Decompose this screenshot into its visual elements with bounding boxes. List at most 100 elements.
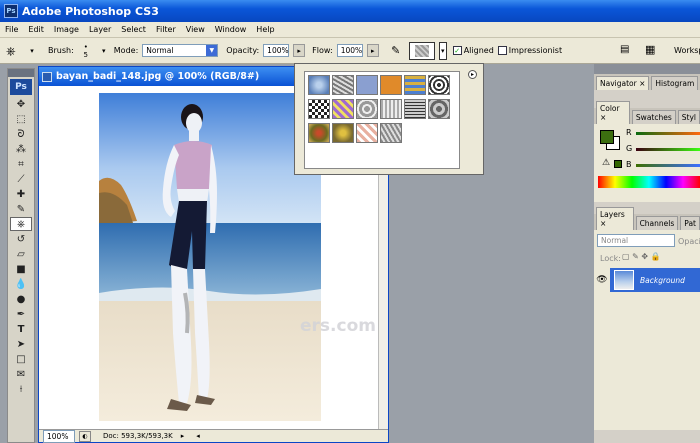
pattern-swatch[interactable]	[332, 99, 354, 119]
pattern-swatch[interactable]	[332, 123, 354, 143]
ps-logo[interactable]: Ps	[10, 79, 32, 95]
navigator-panel-tabs: Navigator × Histogram	[594, 74, 700, 90]
type-tool-icon[interactable]: T	[10, 322, 32, 336]
palette-well-icon[interactable]: ▤	[620, 44, 629, 55]
pattern-menu-icon[interactable]: ▸	[468, 70, 477, 79]
tab-swatches[interactable]: Swatches	[631, 110, 676, 124]
pattern-swatch[interactable]	[332, 75, 354, 95]
pattern-swatch[interactable]	[404, 75, 426, 95]
tool-preset-dropdown[interactable]: ▾	[26, 44, 38, 57]
pattern-swatch[interactable]	[380, 99, 402, 119]
pattern-swatch[interactable]	[356, 99, 378, 119]
dodge-tool-icon[interactable]: ●	[10, 292, 32, 306]
foreground-color-swatch[interactable]	[600, 130, 614, 144]
document-size: Doc: 593,3K/593,3K	[103, 432, 173, 440]
aligned-checkbox[interactable]: ✓ Aligned	[452, 46, 494, 55]
tab-layers[interactable]: Layers ×	[596, 207, 634, 230]
pen-tool-icon[interactable]: ✒	[10, 307, 32, 321]
brush-picker[interactable]: • 5	[78, 41, 94, 61]
mode-select[interactable]: Normal ▼	[142, 44, 219, 57]
channel-g-label: G	[626, 144, 633, 153]
magic-wand-tool-icon[interactable]: ⁂	[10, 142, 32, 156]
tab-channels[interactable]: Channels	[635, 216, 679, 230]
status-menu-icon[interactable]: ◐	[79, 430, 91, 442]
pattern-picker[interactable]	[408, 41, 435, 60]
pattern-swatch[interactable]	[356, 123, 378, 143]
clone-stamp-tool-icon[interactable]: ⎈	[10, 217, 32, 231]
flow-field[interactable]: 100%	[336, 44, 363, 57]
color-panel-tabs: Color × Swatches Styl	[594, 101, 700, 124]
tab-histogram[interactable]: Histogram	[651, 76, 699, 90]
eye-icon[interactable]: 👁	[594, 268, 610, 292]
crop-tool-icon[interactable]: ⌗	[10, 157, 32, 171]
eraser-tool-icon[interactable]: ▱	[10, 247, 32, 261]
impressionist-checkbox[interactable]: Impressionist	[497, 46, 562, 55]
workspace-icon[interactable]: ▦	[645, 43, 655, 56]
menu-bar: File Edit Image Layer Select Filter View…	[0, 22, 700, 38]
pattern-swatch[interactable]	[380, 123, 402, 143]
layer-row-background[interactable]: 👁 Background	[594, 268, 700, 292]
path-selection-tool-icon[interactable]: ➤	[10, 337, 32, 351]
slice-tool-icon[interactable]: ⟋	[10, 172, 32, 186]
menu-filter[interactable]: Filter	[151, 25, 181, 34]
status-arrow-icon[interactable]: ▸	[181, 432, 185, 440]
tab-paths[interactable]: Pat	[680, 216, 700, 230]
move-tool-icon[interactable]: ✥	[10, 97, 32, 111]
airbrush-icon[interactable]: ✎	[387, 44, 405, 57]
green-slider[interactable]	[636, 148, 700, 151]
dock-header[interactable]	[594, 64, 700, 74]
flow-slider-button[interactable]: ▸	[366, 44, 379, 57]
warning-icon[interactable]: ⚠	[602, 158, 610, 168]
blur-tool-icon[interactable]: 💧	[10, 277, 32, 291]
lasso-tool-icon[interactable]: ᘐ	[10, 127, 32, 141]
tab-color[interactable]: Color ×	[596, 101, 630, 124]
menu-view[interactable]: View	[181, 25, 210, 34]
pattern-swatch[interactable]	[404, 99, 426, 119]
shape-tool-icon[interactable]: □	[10, 352, 32, 366]
image-canvas[interactable]	[99, 93, 321, 421]
menu-select[interactable]: Select	[116, 25, 151, 34]
tab-styles[interactable]: Styl	[677, 110, 700, 124]
red-slider[interactable]	[636, 132, 700, 135]
menu-window[interactable]: Window	[210, 25, 252, 34]
pattern-stamp-tool-icon[interactable]: ⎈	[6, 43, 22, 59]
layer-thumbnail	[614, 270, 634, 290]
pattern-dropdown-button[interactable]: ▾	[438, 41, 447, 60]
opacity-field[interactable]: 100%	[263, 44, 290, 57]
pattern-swatch[interactable]	[356, 75, 378, 95]
pattern-picker-popup: ▸	[294, 63, 484, 175]
zoom-field[interactable]: 100%	[43, 429, 75, 443]
notes-tool-icon[interactable]: ✉	[10, 367, 32, 381]
tab-navigator[interactable]: Navigator ×	[596, 76, 650, 90]
mode-value: Normal	[146, 46, 174, 55]
menu-layer[interactable]: Layer	[84, 25, 116, 34]
toolbox-header[interactable]	[8, 69, 34, 77]
history-brush-tool-icon[interactable]: ↺	[10, 232, 32, 246]
gradient-tool-icon[interactable]: ■	[10, 262, 32, 276]
menu-file[interactable]: File	[0, 25, 23, 34]
pattern-swatch[interactable]	[428, 75, 450, 95]
blue-slider[interactable]	[636, 164, 700, 167]
brush-tool-icon[interactable]: ✎	[10, 202, 32, 216]
lock-icons[interactable]: ▢ ✎ ✥ 🔒	[622, 252, 661, 261]
blend-mode-select[interactable]: Normal	[597, 234, 675, 247]
marquee-tool-icon[interactable]: ⬚	[10, 112, 32, 126]
pattern-swatch[interactable]	[428, 99, 450, 119]
brush-dropdown-button[interactable]: ▾	[98, 44, 110, 57]
healing-brush-tool-icon[interactable]: ✚	[10, 187, 32, 201]
pattern-swatch[interactable]	[380, 75, 402, 95]
scroll-left-icon[interactable]: ◂	[196, 432, 200, 440]
pattern-swatch[interactable]	[308, 123, 330, 143]
eyedropper-tool-icon[interactable]: ⟊	[10, 382, 32, 396]
workspace-label[interactable]: Worksp	[674, 46, 700, 55]
pattern-swatch[interactable]	[308, 75, 330, 95]
pattern-swatch[interactable]	[308, 99, 330, 119]
opacity-slider-button[interactable]: ▸	[293, 44, 306, 57]
empty-checkbox-icon	[497, 46, 507, 55]
document-icon	[42, 71, 52, 82]
color-ramp[interactable]	[598, 176, 700, 188]
menu-help[interactable]: Help	[251, 25, 279, 34]
menu-edit[interactable]: Edit	[23, 25, 49, 34]
menu-image[interactable]: Image	[49, 25, 84, 34]
web-safe-color-icon[interactable]	[614, 160, 622, 168]
